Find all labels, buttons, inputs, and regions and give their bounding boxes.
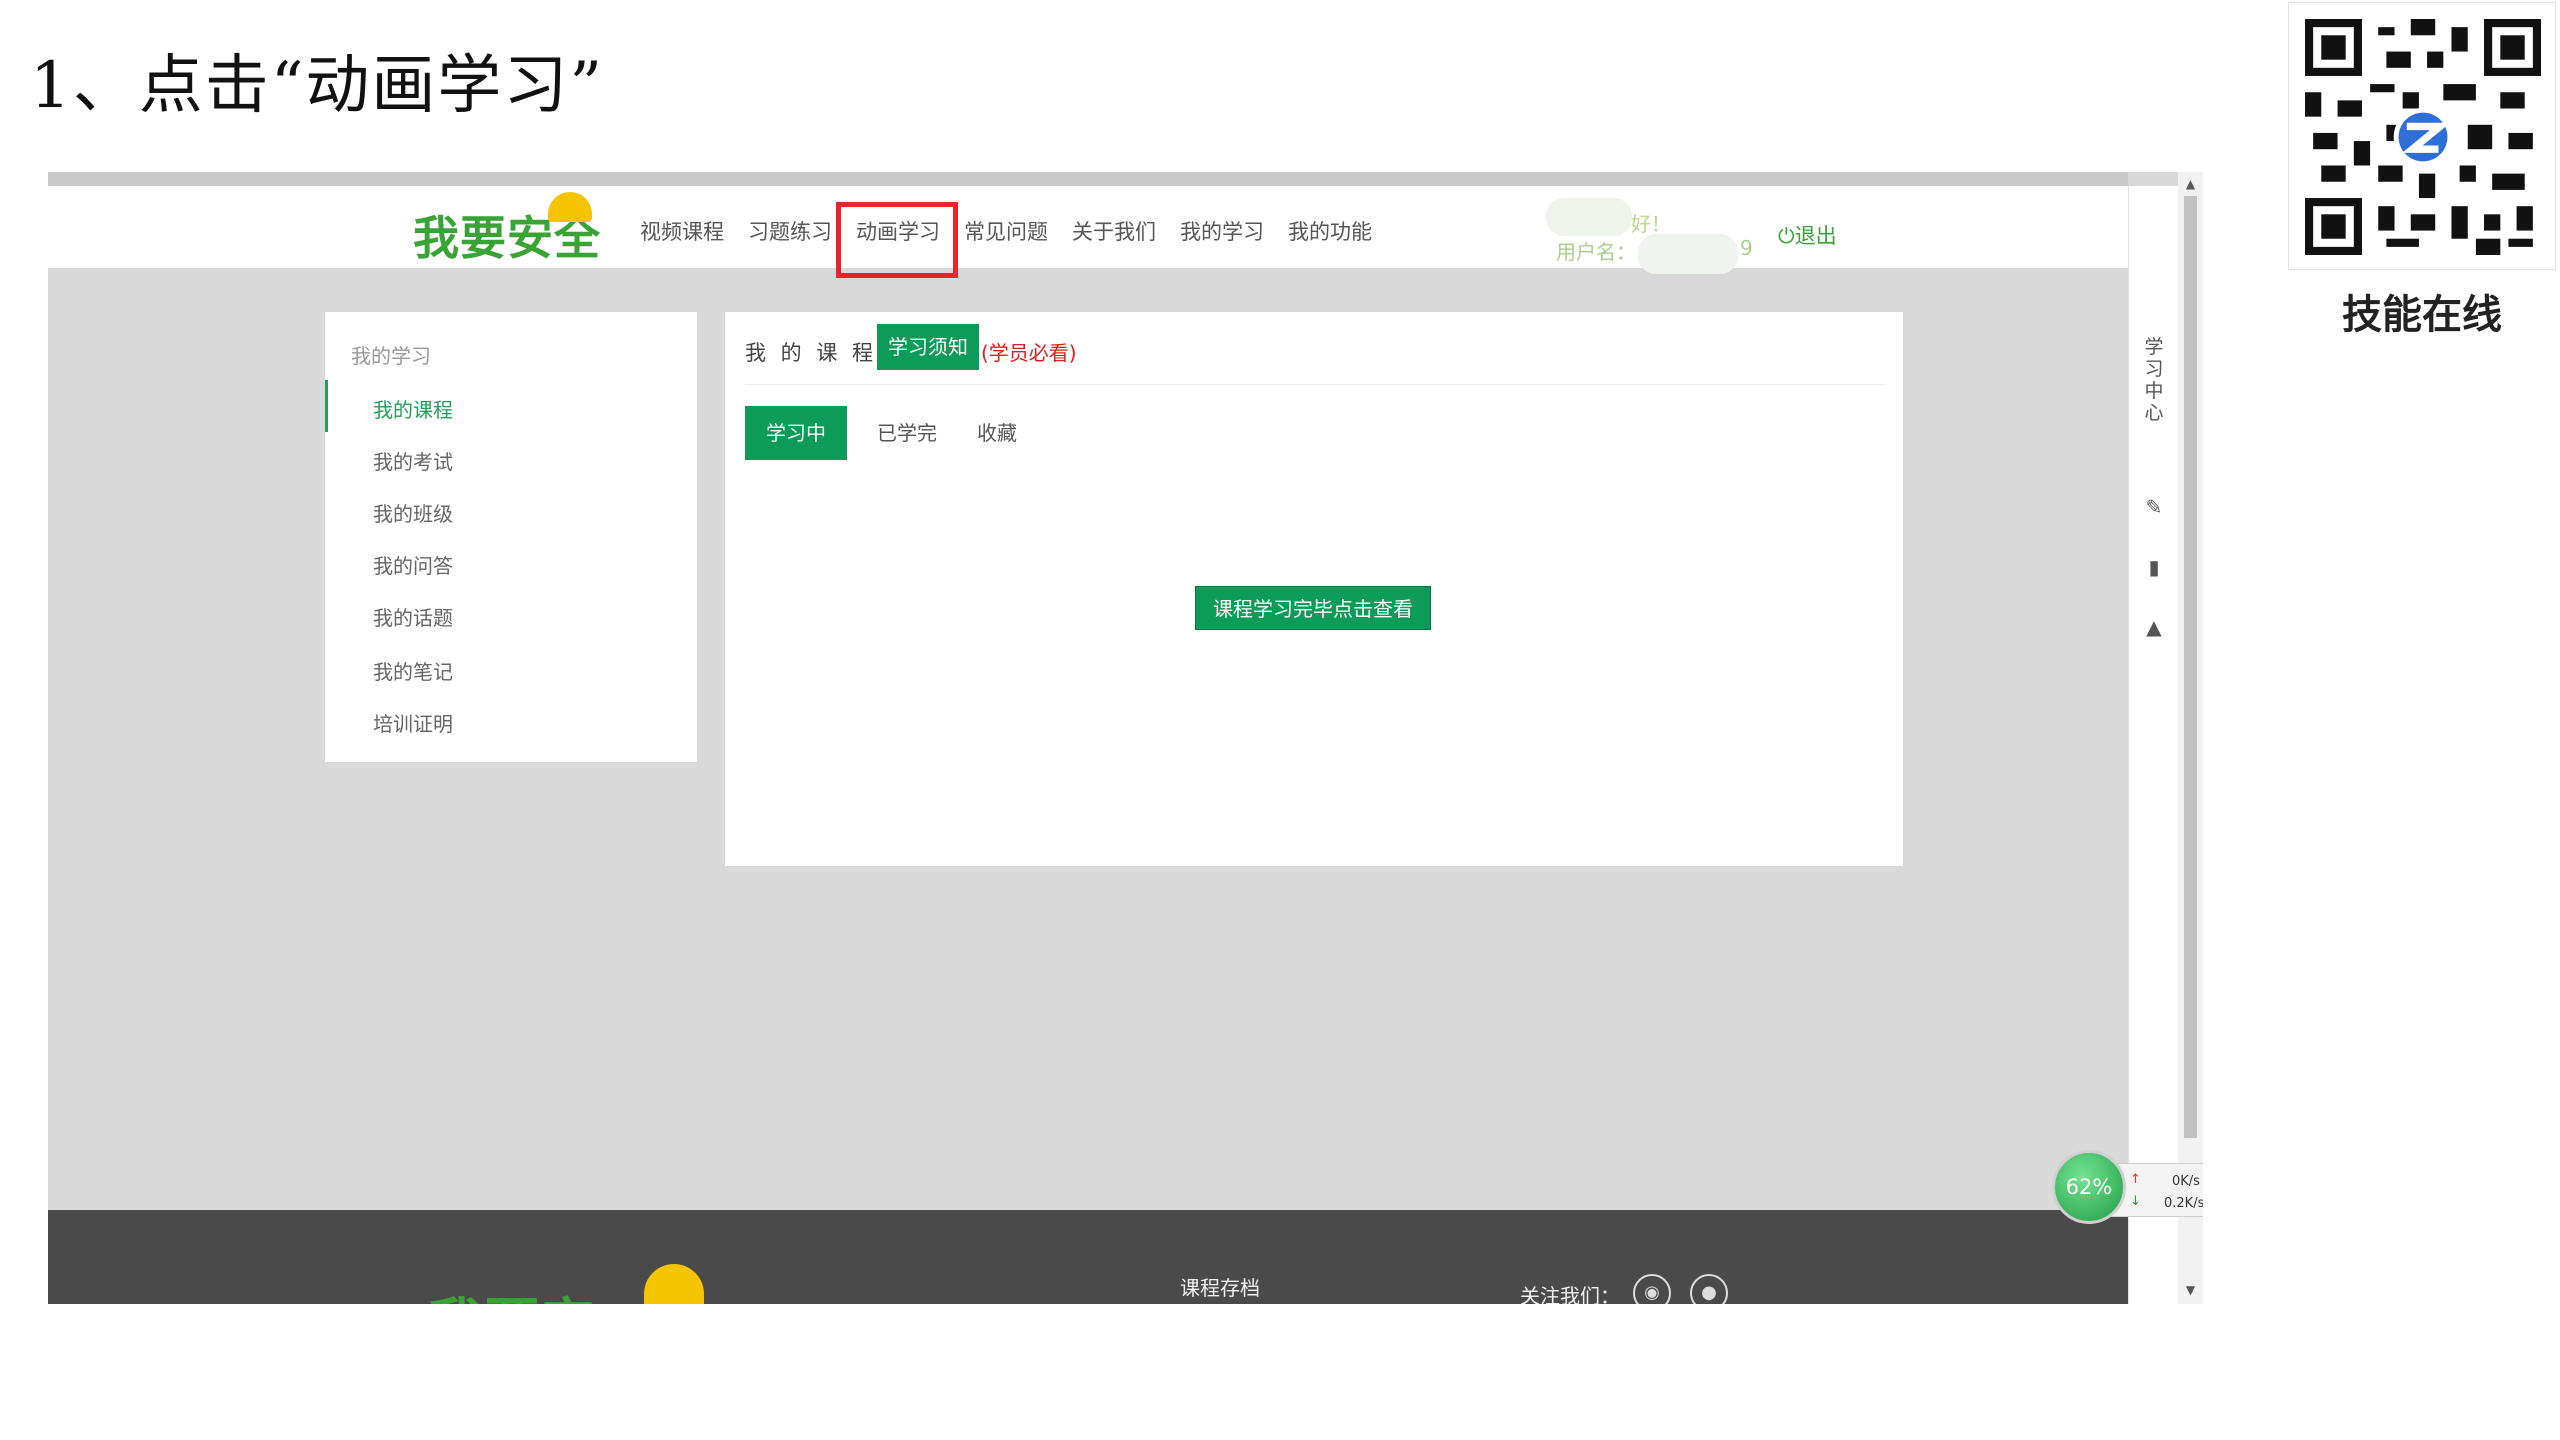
site-navbar: 我要安全 视频课程 习题练习 动画学习 常见问题 关于我们 我的学习 我的功能 … — [48, 186, 2128, 278]
scroll-up-arrow[interactable]: ▲ — [2183, 176, 2198, 192]
tab-favorites[interactable]: 收藏 — [957, 406, 1037, 460]
sidebar-item-my-exams[interactable]: 我的考试 — [373, 446, 453, 475]
sidebar: 我的学习 我的课程 我的考试 我的班级 我的问答 我的话题 我的笔记 培训证明 — [325, 312, 697, 762]
power-icon: ⏻ — [1778, 224, 1795, 248]
notice-note[interactable]: (学员必看) — [981, 337, 1077, 366]
greeting-text: 好！ — [1631, 212, 1671, 236]
main-heading: 我 的 课 程 — [745, 341, 878, 365]
bell-icon[interactable]: ▲ — [2143, 616, 2165, 638]
username-label: 用户名： — [1556, 240, 1636, 264]
upload-arrow-icon: ↑ — [2130, 1172, 2141, 1187]
nav-about-us[interactable]: 关于我们 — [1072, 216, 1156, 246]
view-completed-button[interactable]: 课程学习完毕点击查看 — [1195, 586, 1431, 630]
sidebar-item-my-class[interactable]: 我的班级 — [373, 498, 453, 527]
footer-logo: 我要安 — [428, 1280, 596, 1304]
sidebar-item-training-cert[interactable]: 培训证明 — [373, 708, 453, 737]
scrollbar[interactable]: ▲ ▼ — [2178, 172, 2203, 1304]
browser-top-strip — [48, 172, 2128, 186]
blurred-username — [1638, 234, 1738, 274]
tab-in-progress[interactable]: 学习中 — [745, 406, 847, 460]
qr-caption: 技能在线 — [2342, 292, 2502, 338]
sidebar-item-my-courses[interactable]: 我的课程 — [373, 394, 453, 423]
tab-completed[interactable]: 已学完 — [867, 406, 947, 460]
scroll-down-arrow[interactable]: ▼ — [2183, 1282, 2198, 1298]
download-speed: 0.2K/s — [2164, 1196, 2203, 1211]
sidebar-item-my-qa[interactable]: 我的问答 — [373, 550, 453, 579]
logout-label: 退出 — [1794, 224, 1837, 248]
sidebar-item-my-notes[interactable]: 我的笔记 — [373, 656, 453, 685]
download-arrow-icon: ↓ — [2130, 1194, 2141, 1209]
notice-button[interactable]: 学习须知 — [877, 324, 979, 370]
nav-my-learning[interactable]: 我的学习 — [1180, 216, 1264, 246]
footer-follow-label: 关注我们： — [1520, 1284, 1620, 1304]
blurred-name — [1546, 198, 1632, 236]
pencil-icon[interactable]: ✎ — [2143, 496, 2165, 518]
scroll-thumb[interactable] — [2184, 196, 2197, 1138]
divider — [745, 384, 1885, 385]
slide-title: 1、点击“动画学习” — [30, 49, 605, 123]
helmet-icon — [548, 192, 592, 222]
footer-helmet-icon — [644, 1264, 704, 1304]
logout-button[interactable]: ⏻退出 — [1778, 220, 1837, 250]
username-tail: 9 — [1740, 236, 1753, 260]
site-footer: 我要安 课程存档 关注我们： ◉ ● — [48, 1210, 2128, 1304]
nav-video-courses[interactable]: 视频课程 — [640, 216, 724, 246]
wechat-icon[interactable]: ◉ — [1633, 1274, 1671, 1304]
qq-icon[interactable]: ● — [1690, 1274, 1728, 1304]
highlight-box — [836, 202, 958, 278]
right-toolbar: 学习中心 ✎ ▮ ▲ — [2128, 186, 2179, 1304]
sidebar-item-my-topics[interactable]: 我的话题 — [373, 602, 453, 631]
nav-my-functions[interactable]: 我的功能 — [1288, 216, 1372, 246]
qr-code-icon — [2305, 19, 2541, 255]
book-icon[interactable]: ▮ — [2143, 556, 2165, 578]
study-center-link[interactable]: 学习中心 — [2143, 336, 2165, 424]
footer-archive-link[interactable]: 课程存档 — [1180, 1272, 1260, 1301]
browser-screenshot: 我要安全 视频课程 习题练习 动画学习 常见问题 关于我们 我的学习 我的功能 … — [48, 172, 2203, 1304]
upload-speed: 0K/s — [2172, 1174, 2200, 1189]
sidebar-active-indicator — [325, 380, 328, 432]
nav-faq[interactable]: 常见问题 — [964, 216, 1048, 246]
main-panel: 我 的 课 程 学习须知 (学员必看) 学习中 已学完 收藏 课程学习完毕点击查… — [725, 312, 1903, 866]
qr-code — [2288, 2, 2556, 270]
network-speed-widget[interactable]: 62% ↑ ↓ 0K/s 0.2K/s + — [2052, 1150, 2203, 1230]
nav-exercises[interactable]: 习题练习 — [748, 216, 832, 246]
memory-percent[interactable]: 62% — [2052, 1150, 2126, 1224]
sidebar-title: 我的学习 — [351, 344, 431, 368]
